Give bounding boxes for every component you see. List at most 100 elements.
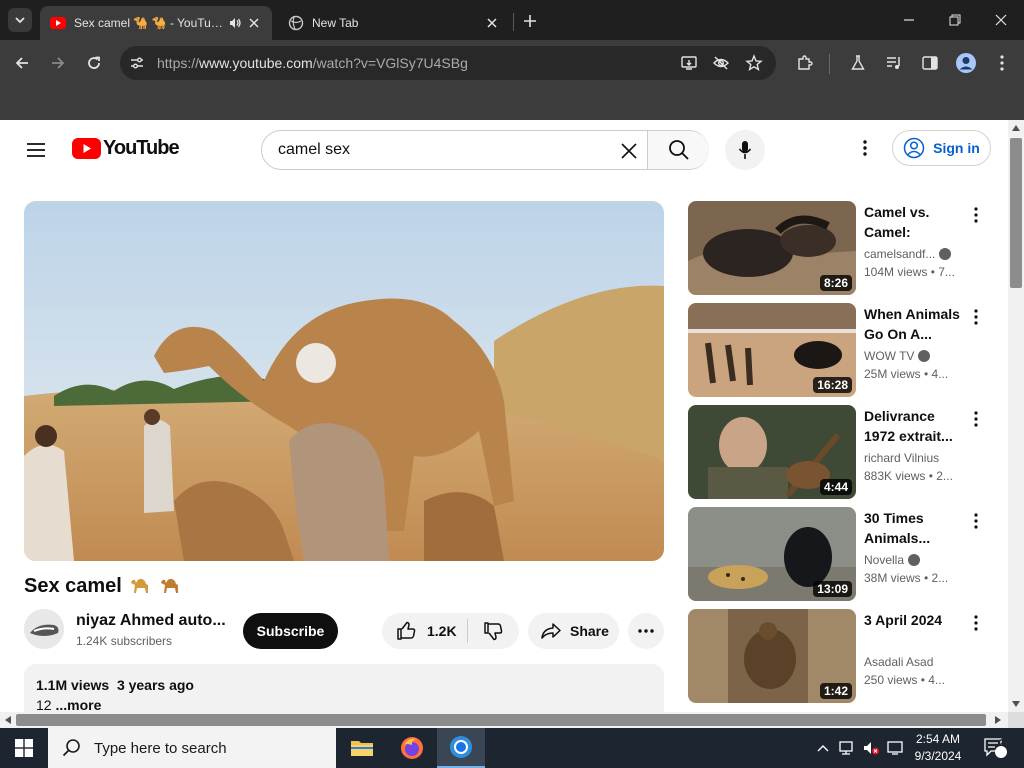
recommended-title[interactable]: Camel vs. Camel: Anima...: [864, 202, 964, 242]
video-thumbnail[interactable]: 1:42: [688, 609, 856, 703]
recommended-video[interactable]: 1:42 3 April 2024 Asadali Asad 250 views…: [688, 609, 988, 703]
profile-button[interactable]: [951, 48, 981, 78]
system-clock[interactable]: 2:54 AM 9/3/2024: [910, 731, 966, 765]
scroll-down-arrow-icon[interactable]: [1012, 701, 1020, 707]
guide-menu-button[interactable]: [24, 138, 48, 162]
minimize-button[interactable]: [886, 0, 932, 40]
recommended-action-menu[interactable]: [966, 407, 986, 431]
channel-avatar-image: [24, 609, 64, 649]
bookmark-star-icon[interactable]: [745, 54, 763, 72]
horizontal-scroll-thumb[interactable]: [16, 714, 986, 726]
media-controls-button[interactable]: [879, 48, 909, 78]
thumbs-up-icon: [397, 621, 416, 640]
show-more-link[interactable]: ...more: [55, 697, 101, 712]
close-icon: [249, 18, 259, 28]
firefox-button[interactable]: [388, 728, 436, 768]
recommended-title[interactable]: When Animals Go On A...: [864, 304, 964, 344]
tab-close-button[interactable]: [246, 15, 262, 31]
share-icon: [541, 623, 561, 639]
vertical-scroll-thumb[interactable]: [1010, 138, 1022, 288]
video-thumbnail[interactable]: 13:09: [688, 507, 856, 601]
back-button[interactable]: [7, 48, 37, 78]
chrome-button[interactable]: [437, 728, 485, 768]
horizontal-scrollbar[interactable]: [0, 712, 1008, 728]
file-explorer-button[interactable]: [338, 728, 386, 768]
reload-button[interactable]: [79, 48, 109, 78]
volume-button[interactable]: [860, 728, 882, 768]
recommended-channel[interactable]: WOW TV: [864, 349, 931, 363]
show-hidden-icons-button[interactable]: [814, 728, 832, 768]
tab-new-tab[interactable]: New Tab: [278, 6, 510, 40]
voice-search-button[interactable]: [725, 130, 765, 170]
video-player[interactable]: [24, 201, 664, 561]
recommended-channel[interactable]: Asadali Asad: [864, 655, 933, 669]
close-window-button[interactable]: [978, 0, 1024, 40]
search-button[interactable]: [647, 131, 709, 169]
recommended-title[interactable]: Delivrance 1972 extrait...: [864, 406, 964, 446]
subscribe-button[interactable]: Subscribe: [243, 613, 338, 649]
install-app-icon[interactable]: [680, 54, 698, 72]
tab-youtube[interactable]: Sex camel 🐪 🐪 - YouTube: [40, 6, 272, 40]
video-thumbnail[interactable]: 16:28: [688, 303, 856, 397]
forward-button[interactable]: [43, 48, 73, 78]
recommended-action-menu[interactable]: [966, 509, 986, 533]
recommended-channel[interactable]: richard Vilnius: [864, 451, 939, 465]
recommended-video[interactable]: 4:44 Delivrance 1972 extrait... richard …: [688, 405, 988, 499]
start-button[interactable]: [0, 728, 48, 768]
tab-close-button[interactable]: [484, 15, 500, 31]
like-button[interactable]: 1.2K: [382, 613, 467, 649]
search-icon: [62, 739, 80, 757]
toolbar-divider: [829, 54, 830, 74]
search-input[interactable]: [278, 139, 608, 161]
network-button[interactable]: [836, 728, 858, 768]
description-box[interactable]: 1.1M views 3 years ago 12 ...more: [24, 664, 664, 712]
recommended-video[interactable]: 8:26 Camel vs. Camel: Anima... camelsand…: [688, 201, 988, 295]
recommended-channel[interactable]: camelsandf...: [864, 247, 952, 261]
tab-search-dropdown[interactable]: [8, 8, 32, 32]
recommended-channel[interactable]: Novella: [864, 553, 921, 567]
recommended-action-menu[interactable]: [966, 203, 986, 227]
channel-avatar[interactable]: [24, 609, 64, 649]
taskbar-search[interactable]: Type here to search: [48, 728, 336, 768]
site-settings-icon[interactable]: [129, 55, 145, 71]
browser-menu-button[interactable]: [987, 48, 1017, 78]
recommended-video[interactable]: 16:28 When Animals Go On A... WOW TV 25M…: [688, 303, 988, 397]
restore-button[interactable]: [932, 0, 978, 40]
scroll-up-arrow-icon[interactable]: [1012, 125, 1020, 131]
camel-emoji-icon: [131, 578, 149, 593]
settings-menu-button[interactable]: [853, 136, 877, 160]
tracking-protection-icon[interactable]: [712, 54, 730, 72]
video-thumbnail[interactable]: 8:26: [688, 201, 856, 295]
scroll-left-arrow-icon[interactable]: [5, 716, 11, 724]
recommended-title[interactable]: 30 Times Animals...: [864, 508, 964, 548]
side-panel-button[interactable]: [915, 48, 945, 78]
recommended-action-menu[interactable]: [966, 611, 986, 635]
recommended-action-menu[interactable]: [966, 305, 986, 329]
verified-badge-icon: [908, 554, 921, 566]
description-text: 12 ...more: [36, 697, 652, 712]
video-thumbnail[interactable]: 4:44: [688, 405, 856, 499]
notification-count: 2: [999, 738, 1005, 749]
clear-search-button[interactable]: [615, 137, 643, 165]
share-button[interactable]: Share: [528, 613, 619, 649]
video-duration: 13:09: [813, 581, 852, 597]
action-center-button[interactable]: 2: [978, 728, 1012, 768]
close-icon: [487, 18, 497, 28]
speaker-icon[interactable]: [228, 16, 242, 30]
dislike-button[interactable]: [468, 613, 518, 649]
kebab-menu-icon: [974, 513, 978, 529]
youtube-logo[interactable]: YouTube: [72, 137, 180, 160]
address-bar[interactable]: https://www.youtube.com/watch?v=VGlSy7U4…: [120, 46, 776, 80]
recommended-title[interactable]: 3 April 2024: [864, 610, 964, 650]
channel-label: Asadali Asad: [864, 655, 934, 669]
channel-name[interactable]: niyaz Ahmed auto...: [76, 612, 226, 630]
extensions-button[interactable]: [790, 48, 820, 78]
recommended-video[interactable]: 13:09 30 Times Animals... Novella 38M vi…: [688, 507, 988, 601]
scroll-right-arrow-icon[interactable]: [995, 716, 1001, 724]
display-button[interactable]: [884, 728, 906, 768]
labs-button[interactable]: [843, 48, 873, 78]
sign-in-button[interactable]: Sign in: [892, 130, 991, 166]
more-actions-button[interactable]: [628, 613, 664, 649]
new-tab-button[interactable]: [518, 9, 542, 33]
vertical-scrollbar[interactable]: [1008, 120, 1024, 712]
